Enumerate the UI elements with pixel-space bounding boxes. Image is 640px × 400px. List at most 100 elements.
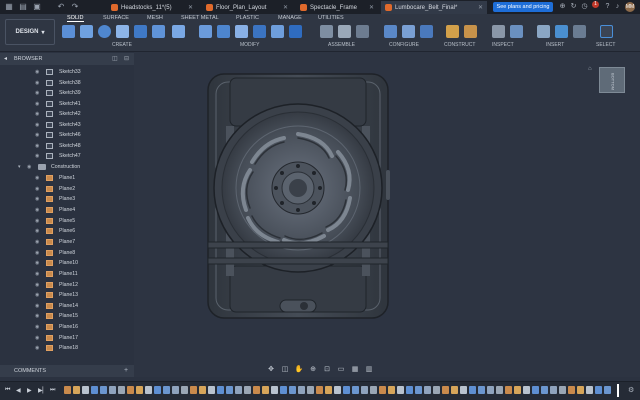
select-icon[interactable] xyxy=(600,25,613,38)
tab-surface[interactable]: SURFACE xyxy=(103,15,129,21)
group-label-create[interactable]: CREATE xyxy=(112,42,132,48)
timeline-marker[interactable] xyxy=(617,384,619,397)
visibility-eye-icon[interactable]: ◉ xyxy=(35,301,39,311)
save-icon[interactable]: ▣ xyxy=(32,2,42,12)
tree-item-sketch[interactable]: ◉ Sketch47 xyxy=(0,151,134,161)
group-label-configure[interactable]: CONFIGURE xyxy=(389,42,419,48)
timeline-feature-icon[interactable] xyxy=(424,386,431,394)
fillet-icon[interactable] xyxy=(217,25,230,38)
tree-item-plane[interactable]: ◉ Plane7 xyxy=(0,237,134,247)
timeline-feature-icon[interactable] xyxy=(577,386,584,394)
timeline-feature-icon[interactable] xyxy=(253,386,260,394)
visibility-eye-icon[interactable]: ◉ xyxy=(35,99,39,109)
visibility-eye-icon[interactable]: ◉ xyxy=(35,290,39,300)
timeline-settings-icon[interactable]: ⚙ xyxy=(628,386,634,394)
timeline-feature-icon[interactable] xyxy=(460,386,467,394)
as-built-joint-icon[interactable] xyxy=(356,25,369,38)
visibility-eye-icon[interactable]: ◉ xyxy=(35,269,39,279)
group-label-insert[interactable]: INSERT xyxy=(546,42,564,48)
visibility-eye-icon[interactable]: ◉ xyxy=(35,120,39,130)
tree-item-plane[interactable]: ◉ Plane2 xyxy=(0,184,134,194)
document-tab-2[interactable]: Spectacle_Frame ✕ xyxy=(296,1,378,14)
tree-item-plane[interactable]: ◉ Plane3 xyxy=(0,194,134,204)
timeline-feature-icon[interactable] xyxy=(109,386,116,394)
tree-item-plane[interactable]: ◉ Plane10 xyxy=(0,258,134,268)
visibility-eye-icon[interactable]: ◉ xyxy=(35,205,39,215)
timeline-feature-icon[interactable] xyxy=(64,386,71,394)
display-settings-icon[interactable]: ▭ xyxy=(336,365,346,374)
insert-image-icon[interactable] xyxy=(555,25,568,38)
close-tab-icon[interactable]: ✕ xyxy=(283,4,288,11)
first-icon[interactable]: ⏮ xyxy=(5,387,10,394)
visibility-eye-icon[interactable]: ◉ xyxy=(35,322,39,332)
timeline-feature-icon[interactable] xyxy=(262,386,269,394)
timeline-feature-icon[interactable] xyxy=(172,386,179,394)
combine-icon[interactable] xyxy=(271,25,284,38)
new-sketch-icon[interactable] xyxy=(62,25,75,38)
timeline-feature-icon[interactable] xyxy=(325,386,332,394)
timeline-feature-icon[interactable] xyxy=(334,386,341,394)
press-pull-icon[interactable] xyxy=(199,25,212,38)
browser-header[interactable]: ◂ BROWSER ◫ ⊟ xyxy=(0,53,134,65)
tree-item-plane[interactable]: ◉ Plane1 xyxy=(0,173,134,183)
timeline-feature-icon[interactable] xyxy=(316,386,323,394)
timeline-feature-icon[interactable] xyxy=(91,386,98,394)
visibility-eye-icon[interactable]: ◉ xyxy=(35,88,39,98)
shell-icon[interactable] xyxy=(253,25,266,38)
timeline-feature-icon[interactable] xyxy=(595,386,602,394)
group-label-modify[interactable]: MODIFY xyxy=(240,42,259,48)
timeline-feature-icon[interactable] xyxy=(127,386,134,394)
visibility-eye-icon[interactable]: ◉ xyxy=(35,311,39,321)
tree-item-plane[interactable]: ◉ Plane4 xyxy=(0,205,134,215)
tree-item-plane[interactable]: ◉ Plane12 xyxy=(0,280,134,290)
timeline-feature-icon[interactable] xyxy=(442,386,449,394)
section-analysis-icon[interactable] xyxy=(510,25,523,38)
rib-icon[interactable] xyxy=(152,25,165,38)
orbit-icon[interactable]: ✥ xyxy=(266,365,276,374)
avatar[interactable]: MM xyxy=(625,2,635,12)
model-render[interactable] xyxy=(134,52,640,377)
measure-icon[interactable] xyxy=(492,25,505,38)
tree-item-plane[interactable]: ◉ Plane15 xyxy=(0,311,134,321)
pan-icon[interactable]: ✋ xyxy=(294,365,304,374)
close-tab-icon[interactable]: ✕ xyxy=(478,4,483,11)
timeline-feature-icon[interactable] xyxy=(199,386,206,394)
timeline-feature-icon[interactable] xyxy=(271,386,278,394)
timeline-feature-icon[interactable] xyxy=(82,386,89,394)
timeline-feature-icon[interactable] xyxy=(181,386,188,394)
tree-item-plane[interactable]: ◉ Plane14 xyxy=(0,301,134,311)
timeline-feature-icon[interactable] xyxy=(559,386,566,394)
document-tab-0[interactable]: Headstocks_11*(5) ✕ xyxy=(107,1,197,14)
tree-item-sketch[interactable]: ◉ Sketch43 xyxy=(0,120,134,130)
tree-item-sketch[interactable]: ◉ Sketch46 xyxy=(0,130,134,140)
timeline-feature-icon[interactable] xyxy=(478,386,485,394)
timeline-feature-icon[interactable] xyxy=(469,386,476,394)
new-component-icon[interactable] xyxy=(320,25,333,38)
undo-icon[interactable]: ↶ xyxy=(56,2,66,12)
timeline-feature-icon[interactable] xyxy=(190,386,197,394)
apps-grid-icon[interactable]: ▦ xyxy=(4,2,14,12)
visibility-eye-icon[interactable]: ◉ xyxy=(35,226,39,236)
play-icon[interactable]: ▶ xyxy=(27,387,32,394)
timeline-feature-icon[interactable] xyxy=(163,386,170,394)
workspace-switcher-button[interactable]: DESIGN ▾ xyxy=(5,19,55,45)
tree-item-plane[interactable]: ◉ Plane16 xyxy=(0,322,134,332)
timeline-feature-icon[interactable] xyxy=(550,386,557,394)
document-tab-3[interactable]: Lumbocare_Belt_Final* ✕ xyxy=(381,1,487,14)
pattern-icon[interactable] xyxy=(172,25,185,38)
add-comment-icon[interactable]: + xyxy=(124,365,128,377)
sweep-icon[interactable] xyxy=(116,25,129,38)
group-label-assemble[interactable]: ASSEMBLE xyxy=(328,42,355,48)
timeline-feature-icon[interactable] xyxy=(397,386,404,394)
bell-icon[interactable]: ♪ xyxy=(613,2,622,11)
tab-utilities[interactable]: UTILITIES xyxy=(318,15,344,21)
look-at-icon[interactable]: ◫ xyxy=(280,365,290,374)
timeline-feature-icon[interactable] xyxy=(352,386,359,394)
close-tab-icon[interactable]: ✕ xyxy=(188,4,193,11)
timeline-feature-icon[interactable] xyxy=(532,386,539,394)
chamfer-icon[interactable] xyxy=(235,25,248,38)
visibility-eye-icon[interactable]: ◉ xyxy=(27,162,31,172)
timeline-feature-icon[interactable] xyxy=(244,386,251,394)
timeline-feature-icon[interactable] xyxy=(226,386,233,394)
offset-plane-icon[interactable] xyxy=(446,25,459,38)
